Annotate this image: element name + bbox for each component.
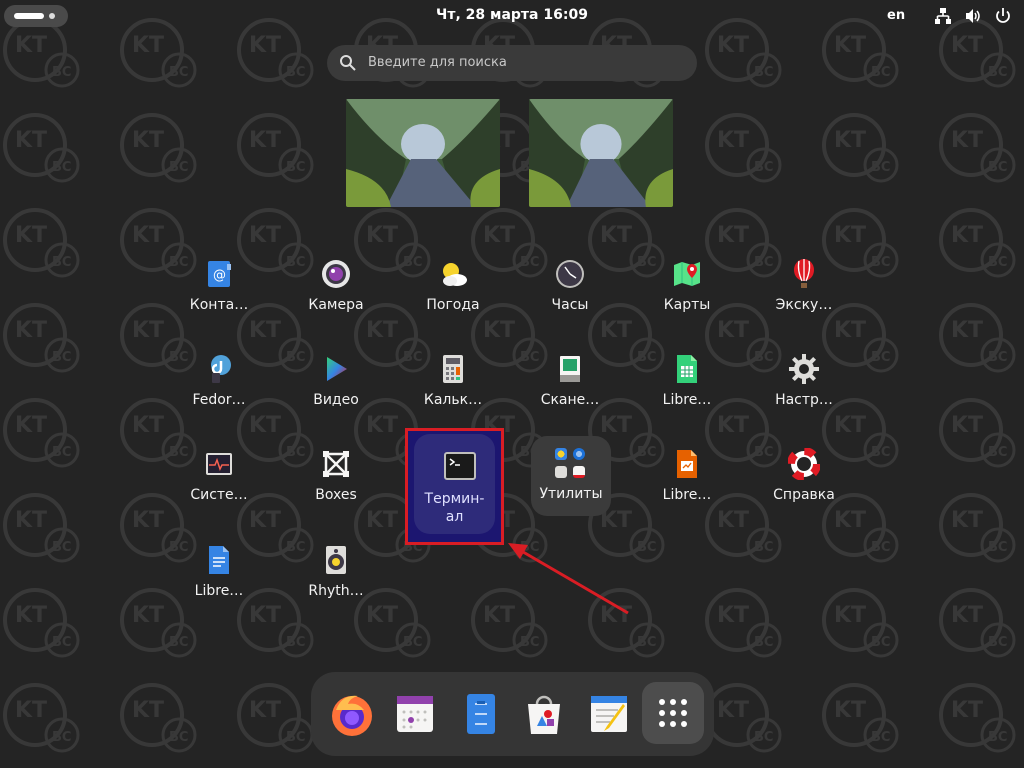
app-video[interactable]: Видео	[286, 343, 386, 427]
files-icon[interactable]	[457, 690, 505, 738]
video-play-icon	[327, 357, 347, 381]
app-terminal-highlight[interactable]: Термин- ал	[405, 428, 504, 545]
network-icon	[935, 8, 951, 24]
app-scanner[interactable]: Скане…	[520, 343, 620, 427]
app-terminal[interactable]: Термин- ал	[414, 434, 495, 534]
workspace-thumbnail-1[interactable]	[346, 99, 500, 207]
app-weather[interactable]: Погода	[403, 248, 503, 332]
svg-text:@: @	[213, 268, 226, 283]
weather-icon	[443, 263, 467, 286]
search-icon	[340, 55, 356, 71]
calendar-icon[interactable]	[391, 690, 439, 738]
annotation-arrow	[508, 543, 629, 615]
rhythmbox-icon	[326, 546, 346, 574]
app-libreoffice-writer[interactable]: Libre…	[169, 534, 269, 618]
app-label: Часы	[551, 297, 589, 313]
app-boxes[interactable]: Boxes	[286, 438, 386, 522]
utilities-folder-icon	[555, 448, 587, 480]
app-label: Настр…	[775, 392, 833, 408]
camera-icon	[322, 260, 350, 288]
app-label: Термин- ал	[424, 491, 485, 525]
app-label: Скане…	[540, 392, 600, 408]
app-label: Rhyth…	[308, 583, 364, 599]
app-label: Libre…	[662, 392, 712, 408]
power-icon	[996, 8, 1010, 23]
calculator-icon	[443, 355, 463, 383]
app-libreoffice-impress[interactable]: Libre…	[637, 438, 737, 522]
app-folder-utilities[interactable]: Утилиты	[531, 436, 611, 516]
app-label: Boxes	[315, 487, 357, 503]
system-menu[interactable]	[934, 7, 1012, 25]
software-store-icon[interactable]	[520, 690, 568, 738]
app-label: Камера	[308, 297, 364, 313]
libreoffice-writer-icon	[209, 546, 229, 574]
volume-icon	[966, 9, 980, 23]
app-label: Справка	[773, 487, 835, 503]
app-settings[interactable]: Настр…	[754, 343, 854, 427]
wallpaper-forest-road-image	[346, 99, 500, 207]
app-label: Карты	[663, 297, 711, 313]
app-tour[interactable]: Экску…	[754, 248, 854, 332]
app-help[interactable]: Справка	[754, 438, 854, 522]
app-label: Погода	[426, 297, 480, 313]
app-clocks[interactable]: Часы	[520, 248, 620, 332]
contacts-icon: @	[208, 261, 231, 287]
folder-mini-icon	[573, 466, 585, 478]
boxes-icon	[323, 451, 349, 477]
show-apps-grid-icon	[659, 699, 687, 727]
clock-datetime[interactable]: Чт, 28 марта 16:09	[0, 7, 1024, 23]
app-rhythmbox[interactable]: Rhyth…	[286, 534, 386, 618]
app-calculator[interactable]: Кальк…	[403, 343, 503, 427]
wallpaper-forest-road-image	[529, 99, 673, 207]
terminal-icon	[444, 452, 476, 480]
app-label: Fedor…	[192, 392, 246, 408]
libreoffice-calc-icon	[677, 355, 697, 383]
app-camera[interactable]: Камера	[286, 248, 386, 332]
app-label: Систе…	[190, 487, 248, 503]
folder-mini-icon	[573, 448, 585, 460]
app-label: Libre…	[194, 583, 244, 599]
folder-mini-icon	[555, 448, 567, 460]
app-fedora-media-writer[interactable]: Fedor…	[169, 343, 269, 427]
search-placeholder: Введите для поиска	[368, 55, 507, 70]
top-bar: Чт, 28 марта 16:09 en	[0, 0, 1024, 32]
app-label: Утилиты	[539, 486, 603, 502]
firefox-icon[interactable]	[328, 690, 376, 738]
app-label: Видео	[313, 392, 359, 408]
libreoffice-impress-icon	[677, 450, 697, 478]
watermark-pattern: KT BC	[0, 0, 1024, 768]
app-label: Кальк…	[423, 392, 483, 408]
app-libreoffice-calc[interactable]: Libre…	[637, 343, 737, 427]
scanner-icon	[560, 356, 580, 382]
app-maps[interactable]: Карты	[637, 248, 737, 332]
dash-dock	[311, 672, 714, 756]
workspace-thumbnail-2[interactable]	[529, 99, 673, 207]
app-label: Конта…	[189, 297, 249, 313]
search-bar[interactable]: Введите для поиска	[327, 45, 697, 81]
app-label: Libre…	[662, 487, 712, 503]
maps-icon	[674, 262, 700, 286]
settings-gear-icon	[789, 354, 819, 384]
keyboard-layout-indicator[interactable]: en	[887, 8, 905, 23]
clock-icon	[556, 260, 584, 288]
app-system-monitor[interactable]: Систе…	[169, 438, 269, 522]
help-lifebuoy-icon	[788, 448, 820, 480]
app-label: Экску…	[775, 297, 833, 313]
system-monitor-icon	[206, 453, 232, 475]
text-editor-icon[interactable]	[585, 690, 633, 738]
folder-mini-icon	[555, 466, 567, 478]
show-apps-button[interactable]	[642, 682, 704, 744]
app-contacts[interactable]: @ Конта…	[169, 248, 269, 332]
fedora-icon	[211, 355, 231, 383]
tour-balloon-icon	[794, 259, 814, 288]
